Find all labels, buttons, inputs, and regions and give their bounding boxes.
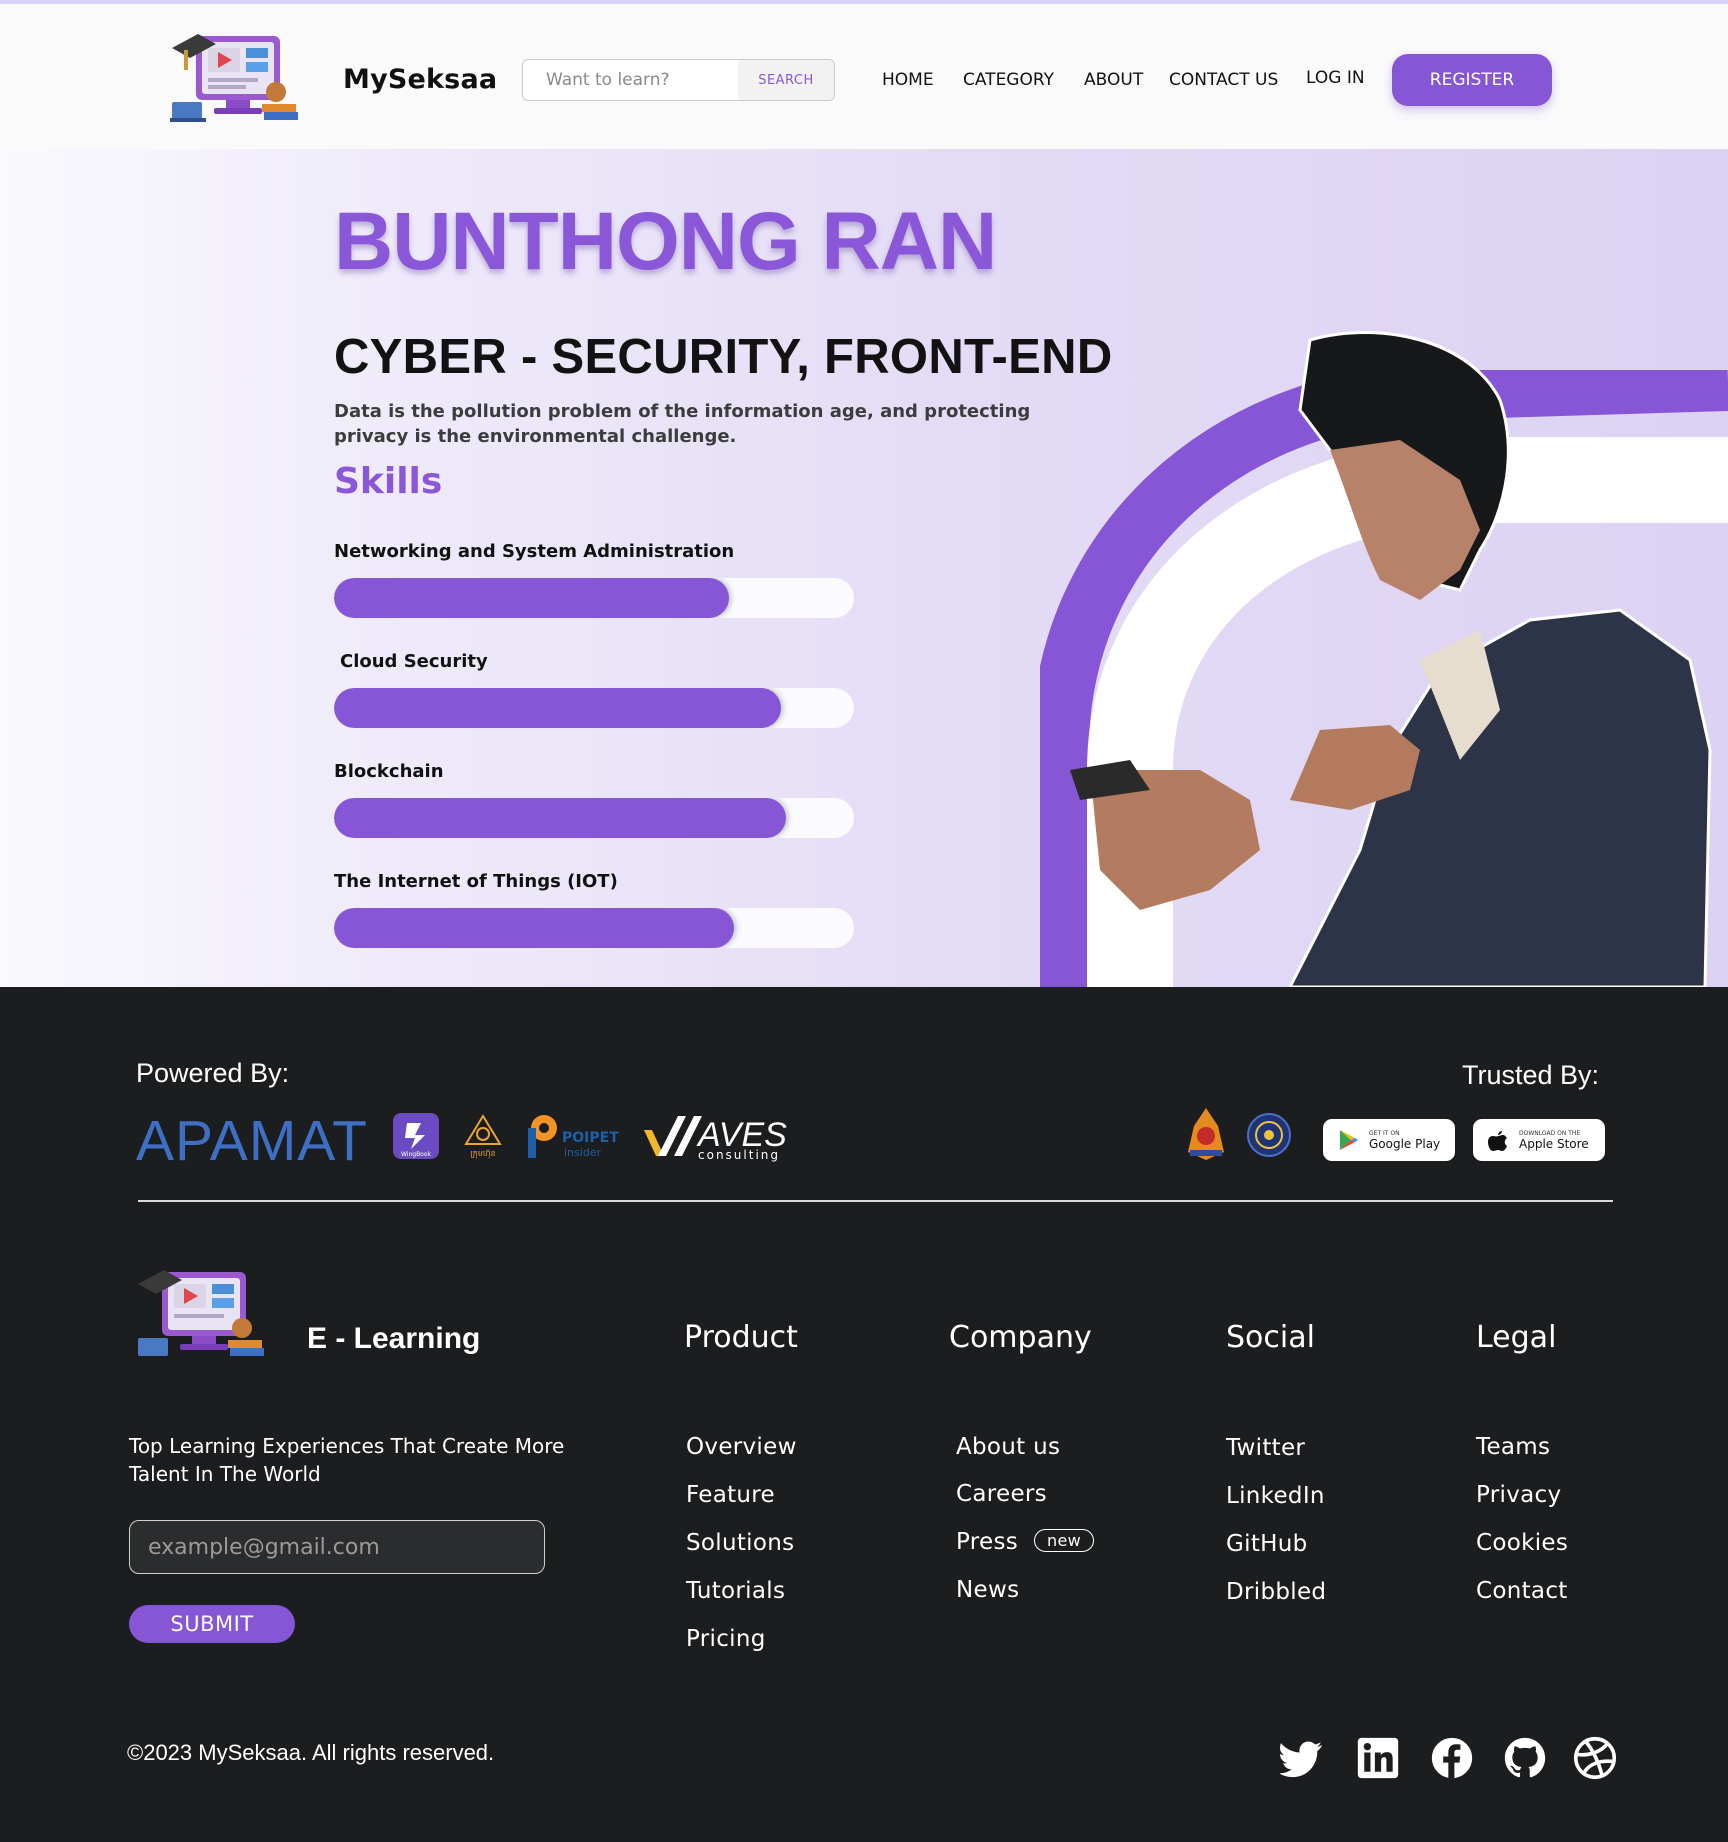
- skill-progress-fill: [334, 798, 787, 838]
- nav-category[interactable]: CATEGORY: [963, 70, 1054, 90]
- skill-progress-bar: [334, 908, 854, 948]
- google-play-badge[interactable]: GET IT ON Google Play: [1323, 1119, 1455, 1161]
- skill-label: Blockchain: [334, 761, 444, 782]
- google-play-label: Google Play: [1369, 1136, 1441, 1151]
- newsletter-email-input[interactable]: [129, 1520, 545, 1574]
- new-badge: new: [1034, 1529, 1095, 1552]
- apple-icon: [1488, 1131, 1507, 1151]
- footer-heading-company: Company: [949, 1320, 1092, 1355]
- skill-progress-bar: [334, 688, 854, 728]
- footer-link-dribbled[interactable]: Dribbled: [1226, 1579, 1326, 1605]
- footer-divider: [138, 1200, 1613, 1202]
- skill-label: Cloud Security: [340, 651, 488, 672]
- skill-progress-fill: [334, 688, 782, 728]
- skill-progress-bar: [334, 578, 854, 618]
- footer-link-pricing[interactable]: Pricing: [686, 1626, 766, 1652]
- top-navbar: MySeksaa SEARCH HOME CATEGORY ABOUT CONT…: [0, 0, 1728, 149]
- skill-progress-fill: [334, 578, 730, 618]
- institution-seal-icon: [1247, 1113, 1291, 1157]
- profile-name: BUNTHONG RAN: [334, 196, 997, 287]
- dribbble-icon[interactable]: [1573, 1736, 1617, 1780]
- footer-link-twitter[interactable]: Twitter: [1226, 1435, 1305, 1461]
- search-input[interactable]: [523, 60, 739, 100]
- apple-store-label: Apple Store: [1519, 1136, 1589, 1151]
- svg-text:POIPET: POIPET: [562, 1130, 619, 1146]
- apple-store-badge[interactable]: DOWNLOAD ON THE Apple Store: [1473, 1119, 1605, 1161]
- skill-progress-bar: [334, 798, 854, 838]
- github-icon[interactable]: [1503, 1736, 1547, 1780]
- footer-link-linkedin[interactable]: LinkedIn: [1226, 1483, 1325, 1509]
- apple-store-small: DOWNLOAD ON THE: [1519, 1129, 1581, 1137]
- profile-photo: [1070, 331, 1712, 987]
- facebook-icon[interactable]: [1430, 1736, 1474, 1780]
- svg-text:consulting: consulting: [698, 1148, 780, 1162]
- skill-label: The Internet of Things (IOT): [334, 871, 618, 892]
- footer-link-careers[interactable]: Careers: [956, 1481, 1047, 1507]
- nav-home[interactable]: HOME: [882, 70, 934, 90]
- brand-name[interactable]: MySeksaa: [343, 64, 497, 95]
- newsletter-submit-button[interactable]: SUBMIT: [129, 1605, 295, 1643]
- footer-link-contact[interactable]: Contact: [1476, 1578, 1568, 1604]
- footer-link-solutions[interactable]: Solutions: [686, 1530, 794, 1556]
- trusted-by-heading: Trusted By:: [1462, 1060, 1600, 1090]
- footer-link-privacy[interactable]: Privacy: [1476, 1482, 1561, 1508]
- google-play-icon: [1340, 1130, 1358, 1150]
- apamat-logo[interactable]: APAMAT: [136, 1108, 368, 1174]
- footer-link-news[interactable]: News: [956, 1577, 1019, 1603]
- footer-tagline: Top Learning Experiences That Create Mor…: [129, 1434, 565, 1486]
- nav-contact-us[interactable]: CONTACT US: [1169, 70, 1278, 90]
- skills-heading: Skills: [334, 461, 443, 502]
- linkedin-icon[interactable]: [1356, 1736, 1400, 1780]
- sponsor-triangle-logo-icon[interactable]: ក្រុមហ៊ុន: [460, 1112, 506, 1160]
- google-play-small: GET IT ON: [1369, 1129, 1400, 1137]
- footer-brand[interactable]: E - Learning: [307, 1322, 480, 1356]
- elearning-logo-icon[interactable]: [168, 18, 304, 128]
- skill-label: Networking and System Administration: [334, 541, 735, 562]
- aves-consulting-logo-icon[interactable]: AVES consulting: [640, 1112, 790, 1162]
- svg-text:ក្រុមហ៊ុន: ក្រុមហ៊ុន: [470, 1149, 495, 1159]
- copyright-text: ©2023 MySeksaa. All rights reserved.: [127, 1740, 495, 1765]
- twitter-icon[interactable]: [1280, 1736, 1324, 1780]
- footer-link-github[interactable]: GitHub: [1226, 1531, 1308, 1557]
- skill-progress-fill: [334, 908, 735, 948]
- search-button[interactable]: SEARCH: [738, 60, 834, 100]
- footer-link-press[interactable]: Press new: [956, 1529, 1095, 1555]
- nav-log-in[interactable]: LOG IN: [1306, 68, 1365, 88]
- elearning-logo-icon[interactable]: [134, 1254, 270, 1364]
- footer-link-tutorials[interactable]: Tutorials: [686, 1578, 785, 1604]
- search-bar: SEARCH: [522, 59, 835, 101]
- register-button[interactable]: REGISTER: [1392, 54, 1552, 106]
- footer-heading-legal: Legal: [1476, 1320, 1557, 1355]
- svg-text:WingBook: WingBook: [401, 1151, 432, 1158]
- footer-link-overview[interactable]: Overview: [686, 1434, 797, 1460]
- footer-link-feature[interactable]: Feature: [686, 1482, 775, 1508]
- wingbook-logo-icon[interactable]: WingBook: [393, 1113, 439, 1159]
- powered-by-heading: Powered By:: [136, 1058, 290, 1088]
- svg-text:insider: insider: [564, 1146, 602, 1159]
- profile-quote: Data is the pollution problem of the inf…: [334, 401, 1031, 447]
- footer-link-press-label[interactable]: Press: [956, 1529, 1018, 1555]
- footer-link-about-us[interactable]: About us: [956, 1434, 1060, 1460]
- footer-heading-social: Social: [1226, 1320, 1315, 1355]
- poipet-insider-logo-icon[interactable]: POIPET insider: [524, 1112, 620, 1160]
- footer-link-teams[interactable]: Teams: [1476, 1434, 1550, 1460]
- profile-role: CYBER - SECURITY, FRONT-END: [334, 330, 1113, 384]
- footer-heading-product: Product: [684, 1320, 798, 1355]
- ministry-seal-icon: [1188, 1108, 1224, 1160]
- footer-link-cookies[interactable]: Cookies: [1476, 1530, 1568, 1556]
- nav-about[interactable]: ABOUT: [1084, 70, 1143, 90]
